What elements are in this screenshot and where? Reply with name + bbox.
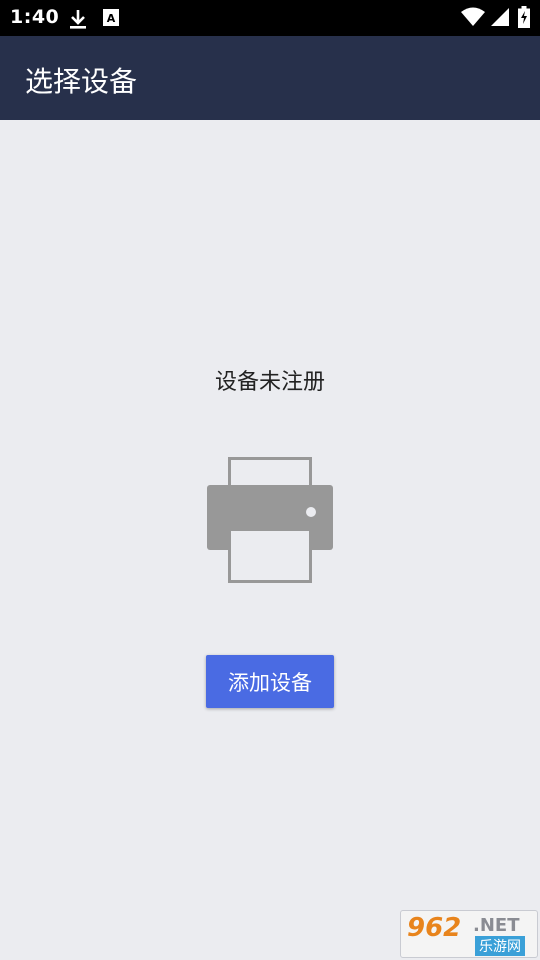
printer-icon xyxy=(206,456,334,588)
status-time: 1:40 xyxy=(10,6,60,28)
watermark-number: 962 xyxy=(407,913,462,943)
svg-text:A: A xyxy=(107,12,116,25)
site-watermark-logo: 962 .NET 乐游网 xyxy=(400,910,538,958)
watermark-domain: .NET xyxy=(473,915,520,936)
empty-state-message: 设备未注册 xyxy=(214,370,325,395)
watermark-site-name: 乐游网 xyxy=(475,936,525,956)
download-icon xyxy=(68,8,88,34)
status-bar: 1:40 A xyxy=(0,0,540,36)
signal-icon xyxy=(490,7,510,31)
a-badge-icon: A xyxy=(102,8,120,32)
battery-icon xyxy=(518,6,530,32)
page-title: 选择设备 xyxy=(25,65,138,98)
wifi-icon xyxy=(461,7,485,31)
add-device-button[interactable]: 添加设备 xyxy=(206,655,334,708)
app-bar: 选择设备 xyxy=(0,36,540,120)
